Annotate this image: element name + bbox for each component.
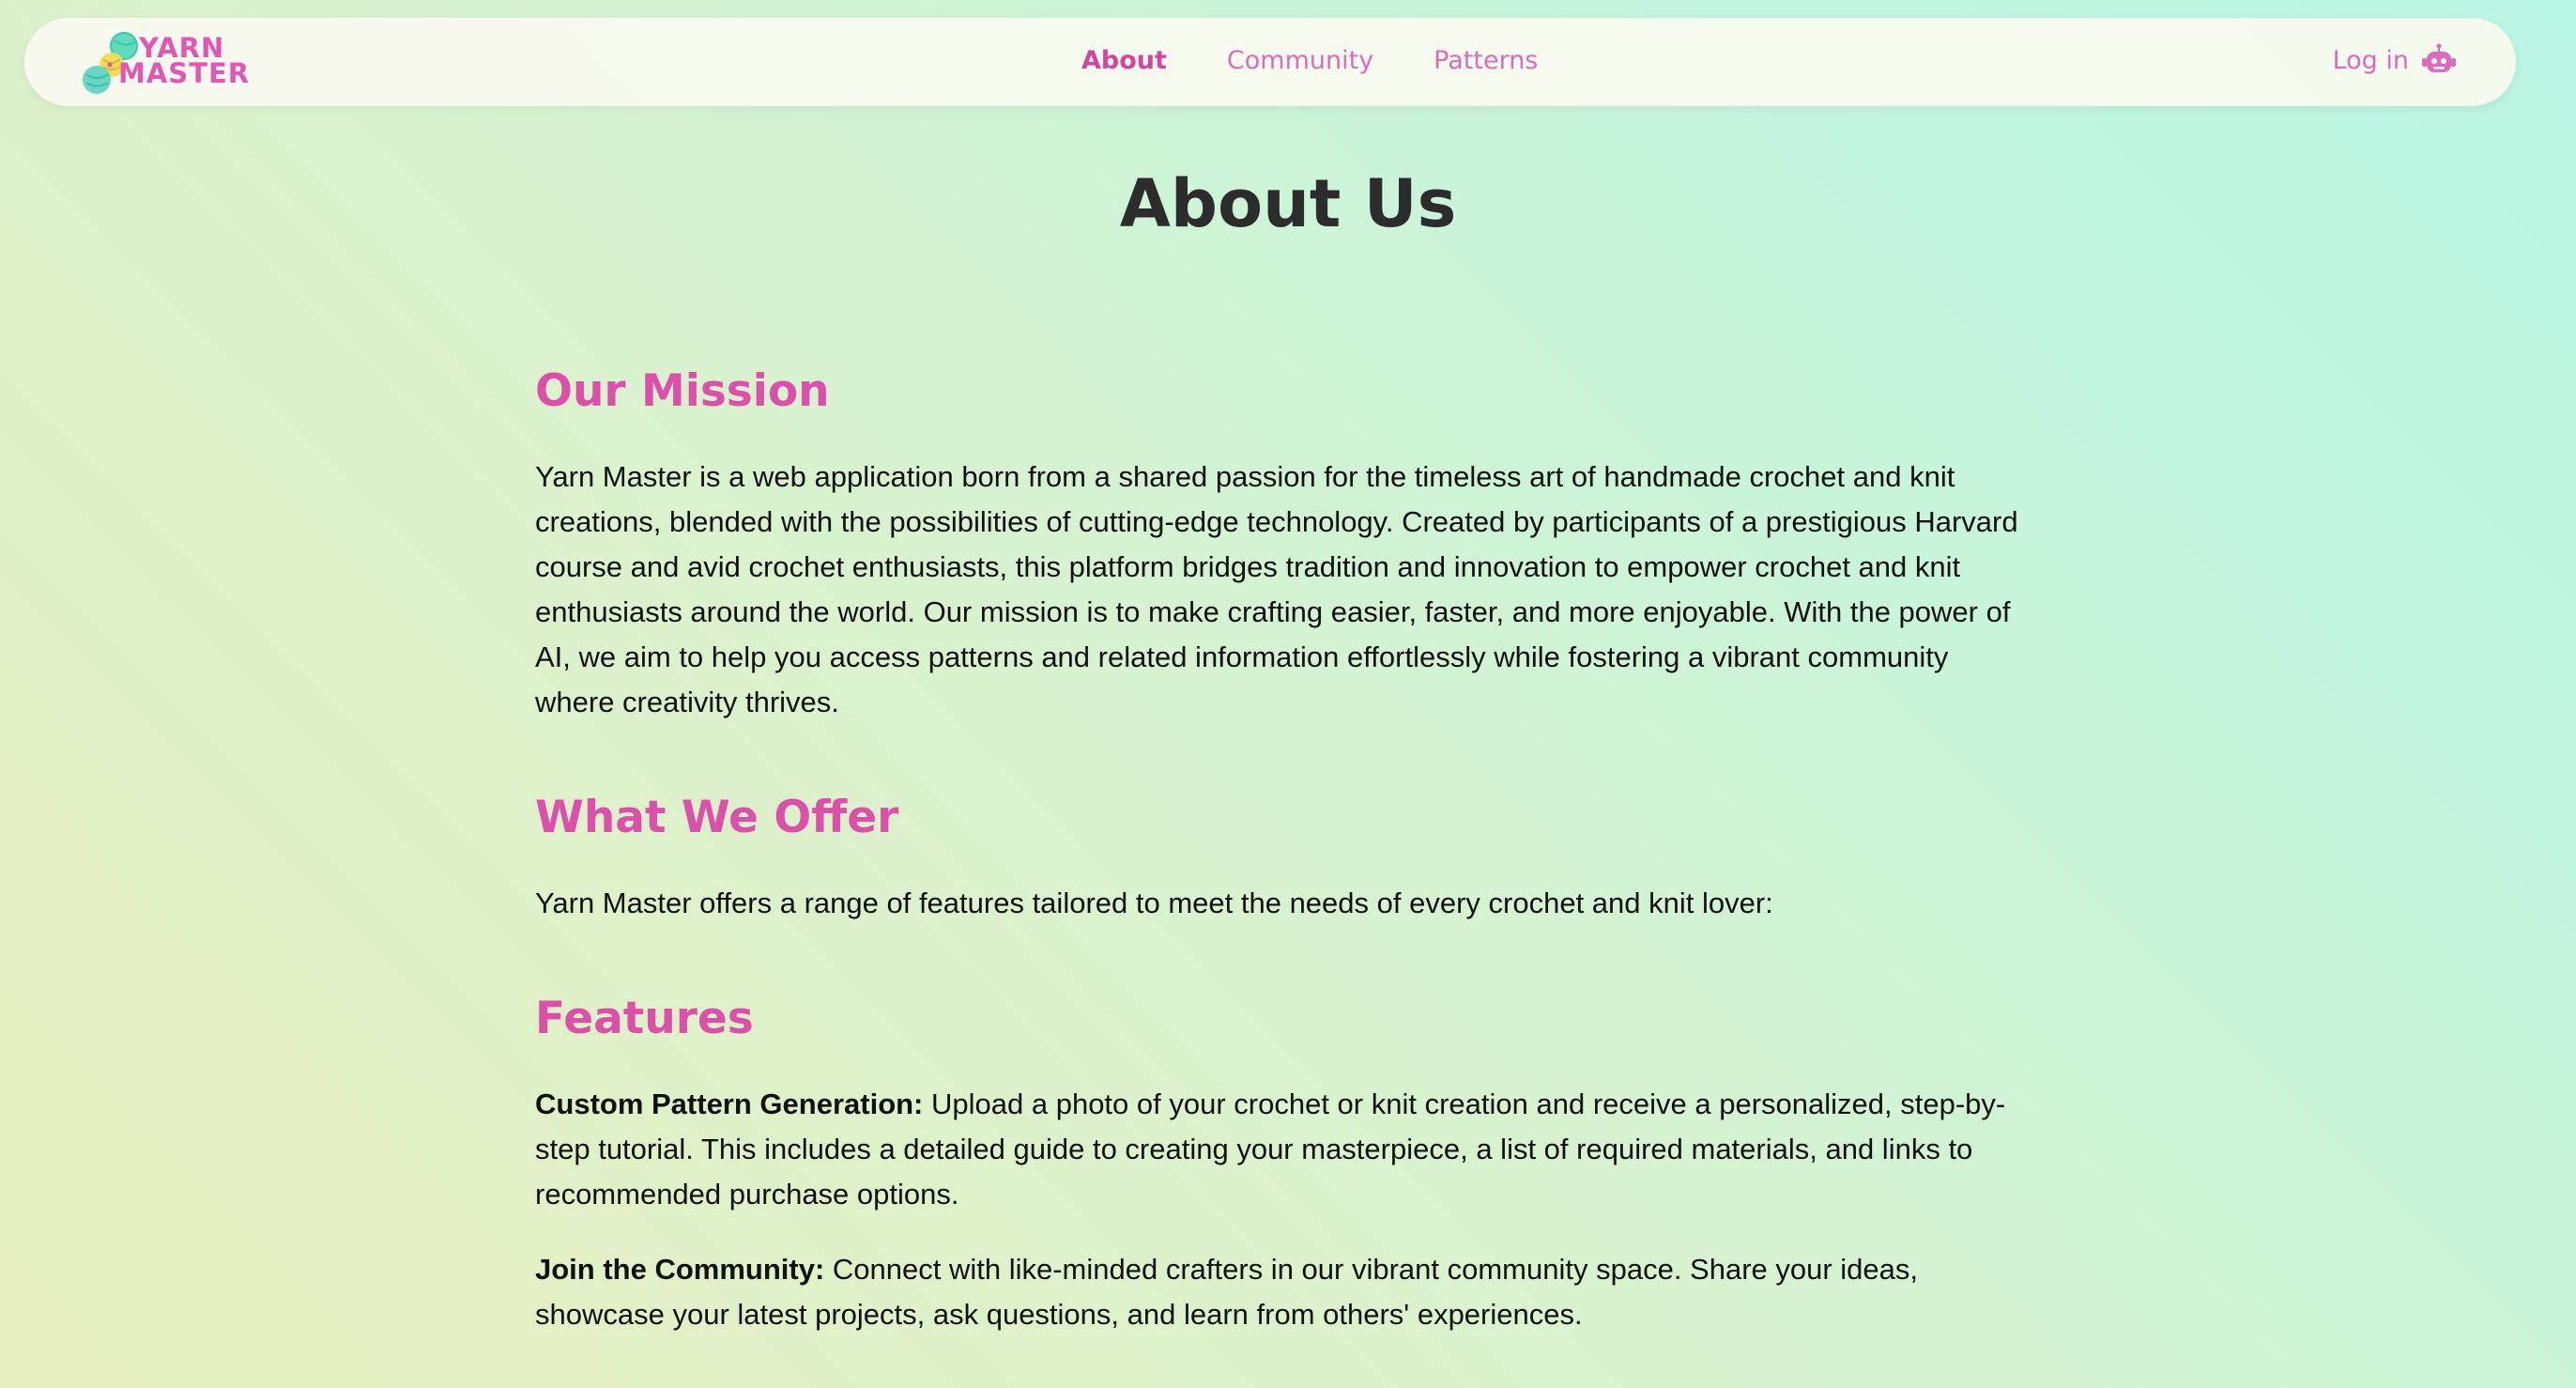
brand-line-2: MASTER xyxy=(118,57,251,89)
login-label: Log in xyxy=(2332,46,2409,75)
feature-label: Join the Community: xyxy=(535,1253,825,1286)
top-navbar: YARN MASTER About Community Patterns Log… xyxy=(24,18,2516,106)
features-heading: Features xyxy=(535,993,754,1044)
about-content: Our Mission Yarn Master is a web applica… xyxy=(535,359,2018,1337)
nav-about[interactable]: About xyxy=(1081,42,1167,80)
mission-heading: Our Mission xyxy=(535,365,830,417)
page-title: About Us xyxy=(1119,165,1457,242)
yarn-master-logo[interactable]: YARN MASTER xyxy=(81,31,268,97)
nav-community[interactable]: Community xyxy=(1227,42,1373,80)
brand-wordmark: YARN MASTER xyxy=(118,35,250,87)
nav-patterns[interactable]: Patterns xyxy=(1434,42,1538,80)
mission-text: Yarn Master is a web application born fr… xyxy=(535,460,2018,718)
offer-text: Yarn Master offers a range of features t… xyxy=(535,887,1773,919)
offer-heading: What We Offer xyxy=(535,792,899,843)
robot-icon xyxy=(2422,43,2456,72)
login-button[interactable]: Log in xyxy=(2333,42,2458,80)
feature-item: Join the Community: Connect with like-mi… xyxy=(535,1247,2018,1337)
main-nav: About Community Patterns xyxy=(1081,42,1538,80)
feature-item: Custom Pattern Generation: Upload a phot… xyxy=(535,1082,2018,1217)
feature-label: Custom Pattern Generation: xyxy=(535,1087,924,1120)
